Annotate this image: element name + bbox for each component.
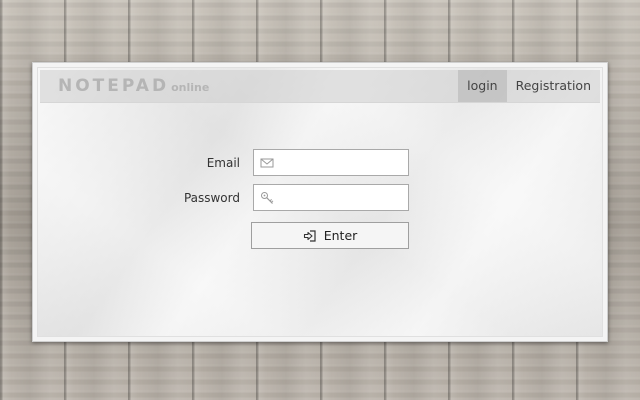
sign-in-icon xyxy=(303,229,316,242)
logo: NOTEPAD online xyxy=(58,70,209,102)
email-row: Email xyxy=(38,149,614,177)
password-input[interactable] xyxy=(280,187,404,208)
password-label: Password xyxy=(183,191,240,205)
key-icon xyxy=(261,192,274,204)
password-field-box[interactable] xyxy=(253,184,409,211)
email-input[interactable] xyxy=(280,152,404,173)
nav: login Registration xyxy=(458,70,600,102)
logo-sub-text: online xyxy=(171,81,210,94)
envelope-icon xyxy=(260,158,274,168)
logo-main-text: NOTEPAD xyxy=(58,76,170,96)
email-field-box[interactable] xyxy=(253,149,409,176)
paper-area: NOTEPAD online login Registration Email P… xyxy=(37,67,603,337)
email-label: Email xyxy=(206,156,240,170)
enter-button-label: Enter xyxy=(323,228,358,243)
header-bar: NOTEPAD online login Registration xyxy=(40,70,600,103)
enter-button[interactable]: Enter xyxy=(251,222,409,249)
tab-registration[interactable]: Registration xyxy=(507,70,600,102)
password-row: Password xyxy=(38,184,614,212)
tab-login[interactable]: login xyxy=(458,70,507,102)
notepad-panel: NOTEPAD online login Registration Email P… xyxy=(32,62,608,342)
